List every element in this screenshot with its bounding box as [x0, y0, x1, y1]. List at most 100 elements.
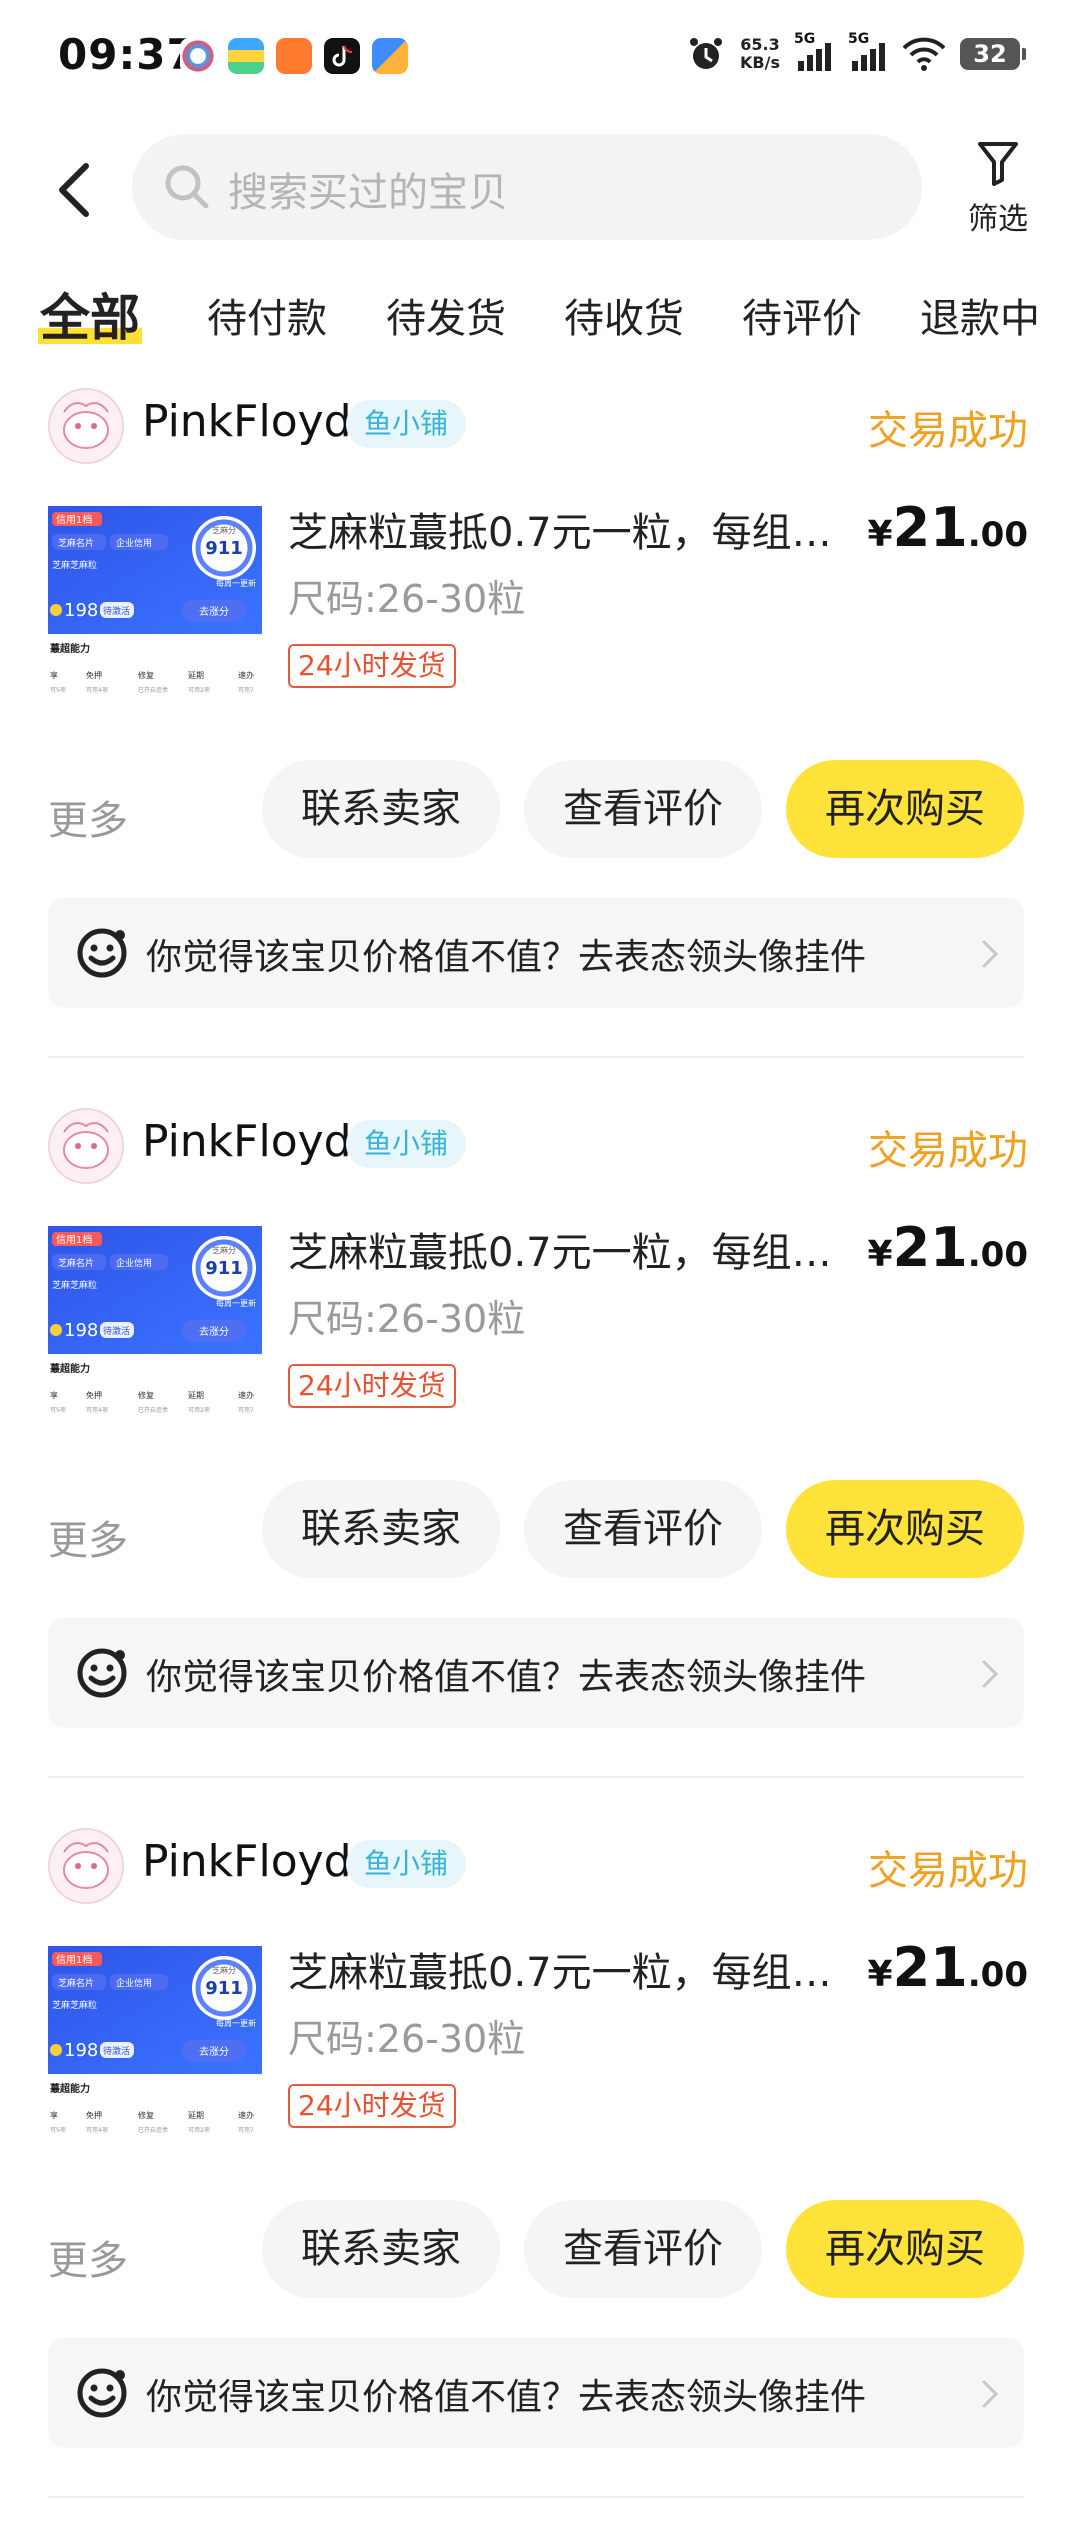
- tab-pending-receipt[interactable]: 待收货: [564, 286, 684, 344]
- shop-badge: 鱼小铺: [346, 1840, 467, 1888]
- tab-pending-shipment[interactable]: 待发货: [386, 286, 506, 344]
- order-card: PinkFloyd 鱼小铺 交易成功 信用1档 芝麻名片 企业信用 芝麻分 91…: [0, 1828, 1080, 2528]
- contact-seller-button[interactable]: 联系卖家: [262, 760, 500, 858]
- product-image: 信用1档 芝麻名片 企业信用 芝麻分 911 每周一更新 去涨分 芝麻芝麻粒 1…: [48, 506, 262, 702]
- price-currency: ¥: [867, 1954, 893, 1995]
- shop-name[interactable]: PinkFloyd: [142, 1836, 352, 1887]
- product-title[interactable]: 芝麻粒蕞抵0.7元一粒，每组1000粒: [288, 1220, 848, 1278]
- filter-button[interactable]: 筛选: [958, 140, 1038, 238]
- svg-text:芝麻名片: 芝麻名片: [58, 1977, 94, 1989]
- price-currency: ¥: [867, 514, 893, 555]
- svg-text:已开启追债: 已开启追债: [138, 2126, 168, 2134]
- buy-again-button[interactable]: 再次购买: [786, 2200, 1024, 2298]
- buy-again-button[interactable]: 再次购买: [786, 1480, 1024, 1578]
- net-speed-value: 65.3: [740, 35, 780, 54]
- svg-text:延期: 延期: [188, 1390, 204, 1400]
- svg-text:免押: 免押: [86, 1390, 102, 1400]
- tiktok-icon: [324, 38, 360, 74]
- product-thumbnail[interactable]: 信用1档 芝麻名片 企业信用 芝麻分 911 每周一更新 去涨分 芝麻芝麻粒 1…: [48, 506, 262, 702]
- more-button[interactable]: 更多: [48, 788, 128, 846]
- tab-refunding[interactable]: 退款中: [920, 286, 1040, 344]
- contact-seller-button[interactable]: 联系卖家: [262, 2200, 500, 2298]
- shop-avatar[interactable]: [48, 1828, 124, 1904]
- wifi-icon: [902, 37, 946, 71]
- order-divider: [48, 1056, 1024, 1058]
- svg-text:速办: 速办: [238, 2110, 254, 2120]
- price-decimal: .00: [967, 1955, 1028, 1995]
- notification-app-icons: [180, 38, 408, 74]
- product-thumbnail[interactable]: 信用1档 芝麻名片 企业信用 芝麻分 911 每周一更新 去涨分 芝麻芝麻粒 1…: [48, 1226, 262, 1422]
- svg-text:去涨分: 去涨分: [199, 1326, 229, 1338]
- svg-text:速办: 速办: [238, 1390, 254, 1400]
- product-spec: 尺码:26-30粒: [288, 2017, 526, 2061]
- svg-text:可用4项: 可用4项: [86, 1407, 108, 1414]
- svg-text:芝麻芝麻粒: 芝麻芝麻粒: [52, 559, 97, 571]
- product-spec: 尺码:26-30粒: [288, 1297, 526, 1341]
- svg-text:企业信用: 企业信用: [116, 537, 152, 549]
- filter-label: 筛选: [968, 202, 1028, 237]
- svg-text:可用7: 可用7: [238, 2127, 254, 2134]
- svg-text:可用7: 可用7: [238, 1407, 254, 1414]
- avatar-image: [50, 390, 122, 462]
- svg-text:可用2项: 可用2项: [188, 687, 210, 694]
- baidu-netdisk-icon: [180, 38, 216, 74]
- view-review-button[interactable]: 查看评价: [524, 760, 762, 858]
- svg-text:修复: 修复: [138, 1390, 154, 1400]
- order-tabs: 全部 待付款 待发货 待收货 待评价 退款中: [0, 278, 1080, 358]
- svg-text:可用4项: 可用4项: [86, 2127, 108, 2134]
- svg-text:911: 911: [205, 1978, 243, 1999]
- sim1-label: 5G: [794, 31, 816, 47]
- alarm-icon: [690, 38, 723, 69]
- order-status: 交易成功: [868, 1128, 1028, 1174]
- svg-text:已开启追债: 已开启追债: [138, 1406, 168, 1414]
- view-review-button[interactable]: 查看评价: [524, 1480, 762, 1578]
- svg-text:可5项: 可5项: [50, 1407, 66, 1414]
- svg-text:修复: 修复: [138, 2110, 154, 2120]
- svg-text:芝麻分: 芝麻分: [212, 1965, 236, 1975]
- shop-name[interactable]: PinkFloyd: [142, 1116, 352, 1167]
- svg-text:芝麻名片: 芝麻名片: [58, 537, 94, 549]
- svg-text:免押: 免押: [86, 670, 102, 680]
- wallet-icon: [228, 38, 264, 74]
- chevron-right-icon: [982, 2380, 999, 2408]
- tab-pending-review[interactable]: 待评价: [742, 286, 862, 344]
- search-placeholder: 搜索买过的宝贝: [228, 170, 508, 216]
- svg-text:延期: 延期: [188, 2110, 204, 2120]
- tab-pending-payment[interactable]: 待付款: [207, 286, 327, 344]
- order-card: PinkFloyd 鱼小铺 交易成功 信用1档 芝麻名片 企业信用 芝麻分 91…: [0, 388, 1080, 1088]
- docs-icon: [372, 38, 408, 74]
- search-input[interactable]: 搜索买过的宝贝: [132, 134, 922, 240]
- order-status: 交易成功: [868, 408, 1028, 454]
- shop-name[interactable]: PinkFloyd: [142, 396, 352, 447]
- svg-text:198: 198: [64, 2040, 98, 2061]
- shipping-tag: 24小时发货: [288, 2084, 456, 2128]
- product-title[interactable]: 芝麻粒蕞抵0.7元一粒，每组1000粒: [288, 1940, 848, 1998]
- tab-all[interactable]: 全部: [38, 278, 142, 350]
- price-feedback-banner[interactable]: 你觉得该宝贝价格值不值？去表态领头像挂件: [48, 1618, 1024, 1728]
- shop-avatar[interactable]: [48, 388, 124, 464]
- order-divider: [48, 1776, 1024, 1778]
- svg-text:信用1档: 信用1档: [56, 1233, 92, 1246]
- price-feedback-banner[interactable]: 你觉得该宝贝价格值不值？去表态领头像挂件: [48, 898, 1024, 1008]
- price-feedback-banner[interactable]: 你觉得该宝贝价格值不值？去表态领头像挂件: [48, 2338, 1024, 2448]
- svg-text:信用1档: 信用1档: [56, 1953, 92, 1966]
- top-header: 搜索买过的宝贝 筛选: [0, 128, 1080, 248]
- contact-seller-button[interactable]: 联系卖家: [262, 1480, 500, 1578]
- product-title[interactable]: 芝麻粒蕞抵0.7元一粒，每组1000粒: [288, 500, 848, 558]
- chevron-right-icon: [982, 940, 999, 968]
- more-button[interactable]: 更多: [48, 1508, 128, 1566]
- more-button[interactable]: 更多: [48, 2228, 128, 2286]
- svg-text:待激活: 待激活: [103, 605, 130, 617]
- svg-text:免押: 免押: [86, 2110, 102, 2120]
- chevron-right-icon: [982, 1660, 999, 1688]
- buy-again-button[interactable]: 再次购买: [786, 760, 1024, 858]
- shop-avatar[interactable]: [48, 1108, 124, 1184]
- product-thumbnail[interactable]: 信用1档 芝麻名片 企业信用 芝麻分 911 每周一更新 去涨分 芝麻芝麻粒 1…: [48, 1946, 262, 2142]
- back-arrow-icon[interactable]: [50, 160, 100, 220]
- svg-text:芝麻分: 芝麻分: [212, 525, 236, 535]
- svg-text:蕞超能力: 蕞超能力: [50, 1362, 90, 1375]
- view-review-button[interactable]: 查看评价: [524, 2200, 762, 2298]
- svg-text:911: 911: [205, 1258, 243, 1279]
- product-price: ¥21.00: [868, 496, 1028, 559]
- svg-text:每周一更新: 每周一更新: [216, 1298, 256, 1308]
